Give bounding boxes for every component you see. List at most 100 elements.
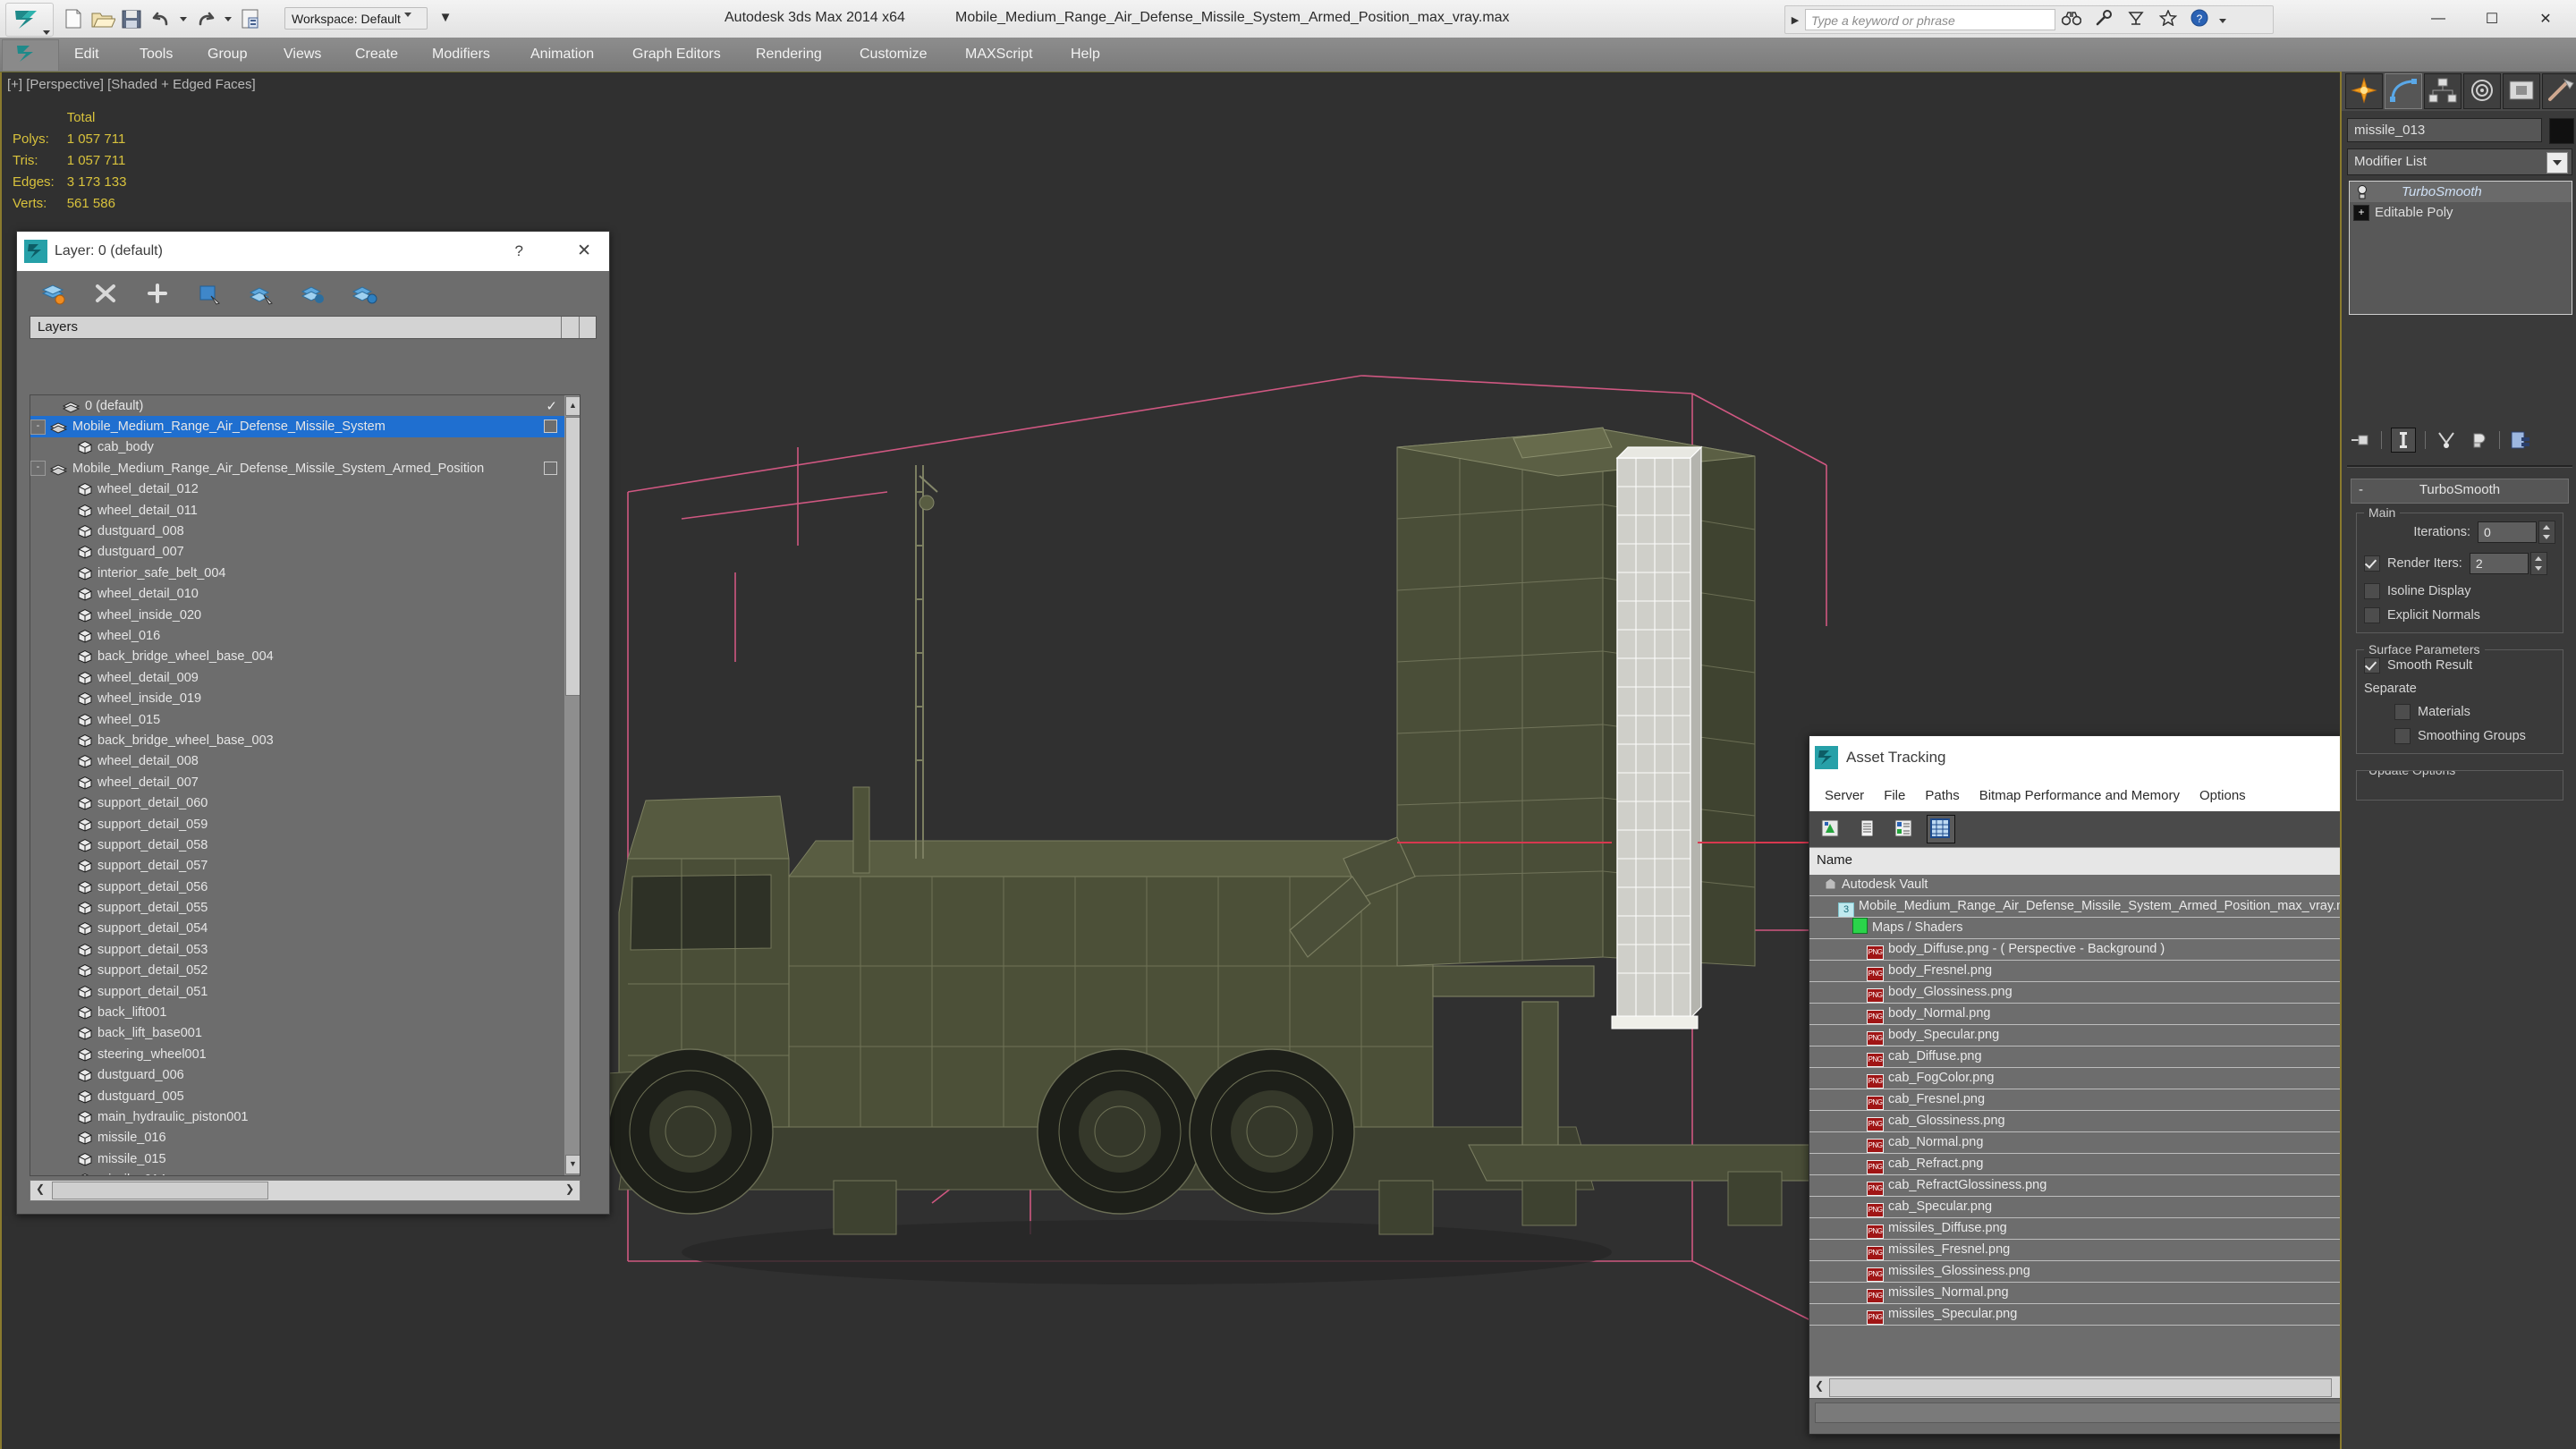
layer-list-row[interactable]: support_detail_054 [30, 919, 564, 939]
menu-item-views[interactable]: Views [274, 38, 331, 72]
undo-dropdown-icon[interactable] [177, 5, 190, 32]
layer-render-toggle[interactable] [544, 462, 557, 476]
help-icon[interactable]: ? [515, 242, 523, 260]
scroll-up-icon[interactable]: ▲ [565, 396, 580, 416]
hierarchy-tab[interactable] [2424, 73, 2462, 109]
layer-list-row[interactable]: wheel_detail_010 [30, 584, 564, 605]
layer-list-row[interactable]: support_detail_058 [30, 835, 564, 855]
show-end-result-icon[interactable] [2391, 428, 2416, 453]
menu-item-paths[interactable]: Paths [1915, 788, 1969, 803]
scroll-left-icon[interactable]: ❮ [31, 1182, 49, 1198]
menu-item-rendering[interactable]: Rendering [746, 38, 832, 72]
layer-list-row[interactable]: support_detail_052 [30, 961, 564, 981]
layer-list-row[interactable]: support_detail_057 [30, 856, 564, 877]
hscrollbar-thumb[interactable] [1829, 1378, 2332, 1397]
materials-checkbox[interactable] [2394, 704, 2411, 720]
favorites-star-icon[interactable] [2152, 8, 2184, 30]
layer-list-row[interactable]: support_detail_059 [30, 814, 564, 835]
layer-list-row[interactable]: dustguard_008 [30, 521, 564, 541]
layer-visible-check-icon[interactable]: ✓ [546, 398, 557, 414]
expand-base-object-icon[interactable]: + [2353, 204, 2369, 221]
redo-icon[interactable] [192, 5, 219, 32]
layer-list-row[interactable]: wheel_016 [30, 625, 564, 646]
undo-icon[interactable] [148, 5, 174, 32]
modifier-stack-row[interactable]: TurboSmooth [2350, 182, 2572, 202]
motion-tab[interactable] [2463, 73, 2501, 109]
chevron-down-icon[interactable] [2546, 152, 2568, 174]
layer-list-row[interactable]: dustguard_005 [30, 1086, 564, 1106]
layer-list-row[interactable]: 0 (default) ✓ [30, 395, 564, 416]
light-bulb-icon[interactable] [2353, 184, 2371, 200]
layer-list-row[interactable]: steering_wheel001 [30, 1044, 564, 1064]
iterations-spinner[interactable] [2538, 521, 2555, 544]
expand-collapse-icon[interactable]: - [30, 461, 46, 477]
add-selection-to-layer-icon[interactable] [144, 281, 171, 306]
isoline-display-row[interactable]: Isoline Display [2364, 583, 2555, 599]
workspace-chevron-down-icon[interactable] [404, 13, 411, 17]
menu-item-options[interactable]: Options [2190, 788, 2256, 803]
layer-list-row[interactable]: back_bridge_wheel_base_004 [30, 647, 564, 667]
layer-list-row[interactable]: support_detail_055 [30, 897, 564, 918]
create-new-layer-icon[interactable] [40, 281, 67, 306]
delete-highlighted-layer-icon[interactable] [92, 281, 119, 306]
layer-list-row[interactable]: wheel_detail_011 [30, 500, 564, 521]
smooth-result-checkbox[interactable] [2364, 657, 2380, 674]
layer-list-row[interactable]: wheel_detail_007 [30, 772, 564, 792]
layer-list-row[interactable]: dustguard_007 [30, 542, 564, 563]
menu-item-graph-editors[interactable]: Graph Editors [623, 38, 731, 72]
layer-list-row[interactable]: support_detail_051 [30, 981, 564, 1002]
layer-list-row[interactable]: interior_safe_belt_004 [30, 563, 564, 583]
close-icon[interactable]: ✕ [577, 241, 591, 261]
new-file-icon[interactable] [59, 5, 86, 32]
project-folder-icon[interactable] [237, 5, 264, 32]
menu-item-bitmap-performance-and-memory[interactable]: Bitmap Performance and Memory [1970, 788, 2190, 803]
render-iters-checkbox[interactable] [2364, 555, 2380, 572]
menu-item-customize[interactable]: Customize [850, 38, 937, 72]
hide-unhide-layer-icon[interactable] [300, 281, 326, 306]
menu-item-group[interactable]: Group [198, 38, 257, 72]
utilities-tab[interactable] [2542, 73, 2576, 109]
iterations-input[interactable]: 0 [2478, 521, 2537, 543]
binoculars-icon[interactable] [2055, 10, 2088, 30]
layer-list-row[interactable]: wheel_inside_019 [30, 688, 564, 708]
scroll-left-icon[interactable]: ❮ [1810, 1378, 1828, 1394]
maximize-button[interactable]: ☐ [2465, 4, 2519, 33]
minimize-button[interactable]: — [2411, 4, 2465, 33]
smoothing-groups-row[interactable]: Smoothing Groups [2364, 728, 2555, 744]
menu-item-create[interactable]: Create [345, 38, 408, 72]
layer-render-toggle[interactable] [544, 419, 557, 434]
pin-stack-icon[interactable] [2349, 428, 2372, 452]
layer-list-scrollbar[interactable]: ▲ ▼ [564, 395, 580, 1175]
modifier-stack[interactable]: TurboSmooth + Editable Poly [2349, 181, 2572, 315]
render-iters-input[interactable]: 2 [2469, 553, 2529, 574]
layer-list-row[interactable]: missile_015 [30, 1148, 564, 1169]
open-file-icon[interactable] [89, 5, 116, 32]
make-unique-icon[interactable] [2435, 428, 2458, 452]
menu-item-tools[interactable]: Tools [130, 38, 182, 72]
object-color-swatch[interactable] [2549, 118, 2574, 144]
search-expand-icon[interactable]: ▶ [1785, 14, 1805, 26]
layer-list[interactable]: 0 (default) ✓ - Mobile_Medium_Range_Air_Def… [30, 394, 580, 1176]
highlight-selected-objects-layer-icon[interactable] [248, 281, 275, 306]
isoline-display-checkbox[interactable] [2364, 583, 2380, 599]
layer-list-row[interactable]: back_bridge_wheel_base_003 [30, 730, 564, 750]
menu-item-file[interactable]: File [1874, 788, 1915, 803]
modifier-stack-row[interactable]: + Editable Poly [2350, 202, 2572, 223]
save-file-icon[interactable] [118, 5, 145, 32]
layer-list-row[interactable]: - Mobile_Medium_Range_Air_Defense_Missile… [30, 416, 564, 437]
explicit-normals-checkbox[interactable] [2364, 607, 2380, 623]
scroll-right-icon[interactable]: ❯ [561, 1182, 579, 1198]
layer-list-row[interactable]: back_lift_base001 [30, 1023, 564, 1044]
satellite-icon[interactable] [2120, 10, 2152, 30]
configure-modifier-sets-icon[interactable] [2509, 428, 2532, 452]
layer-list-row[interactable]: missile_016 [30, 1128, 564, 1148]
layer-list-row[interactable]: wheel_detail_008 [30, 751, 564, 772]
rollup-header[interactable]: - TurboSmooth [2351, 479, 2569, 504]
menu-item-server[interactable]: Server [1815, 788, 1874, 803]
create-tab[interactable] [2345, 73, 2383, 109]
expand-collapse-icon[interactable]: - [30, 419, 46, 435]
menu-item-help[interactable]: Help [1061, 38, 1110, 72]
workspace-selector[interactable]: Workspace: Default [284, 7, 428, 30]
help-dropdown-icon[interactable] [2216, 12, 2229, 28]
menu-item-edit[interactable]: Edit [64, 38, 109, 72]
